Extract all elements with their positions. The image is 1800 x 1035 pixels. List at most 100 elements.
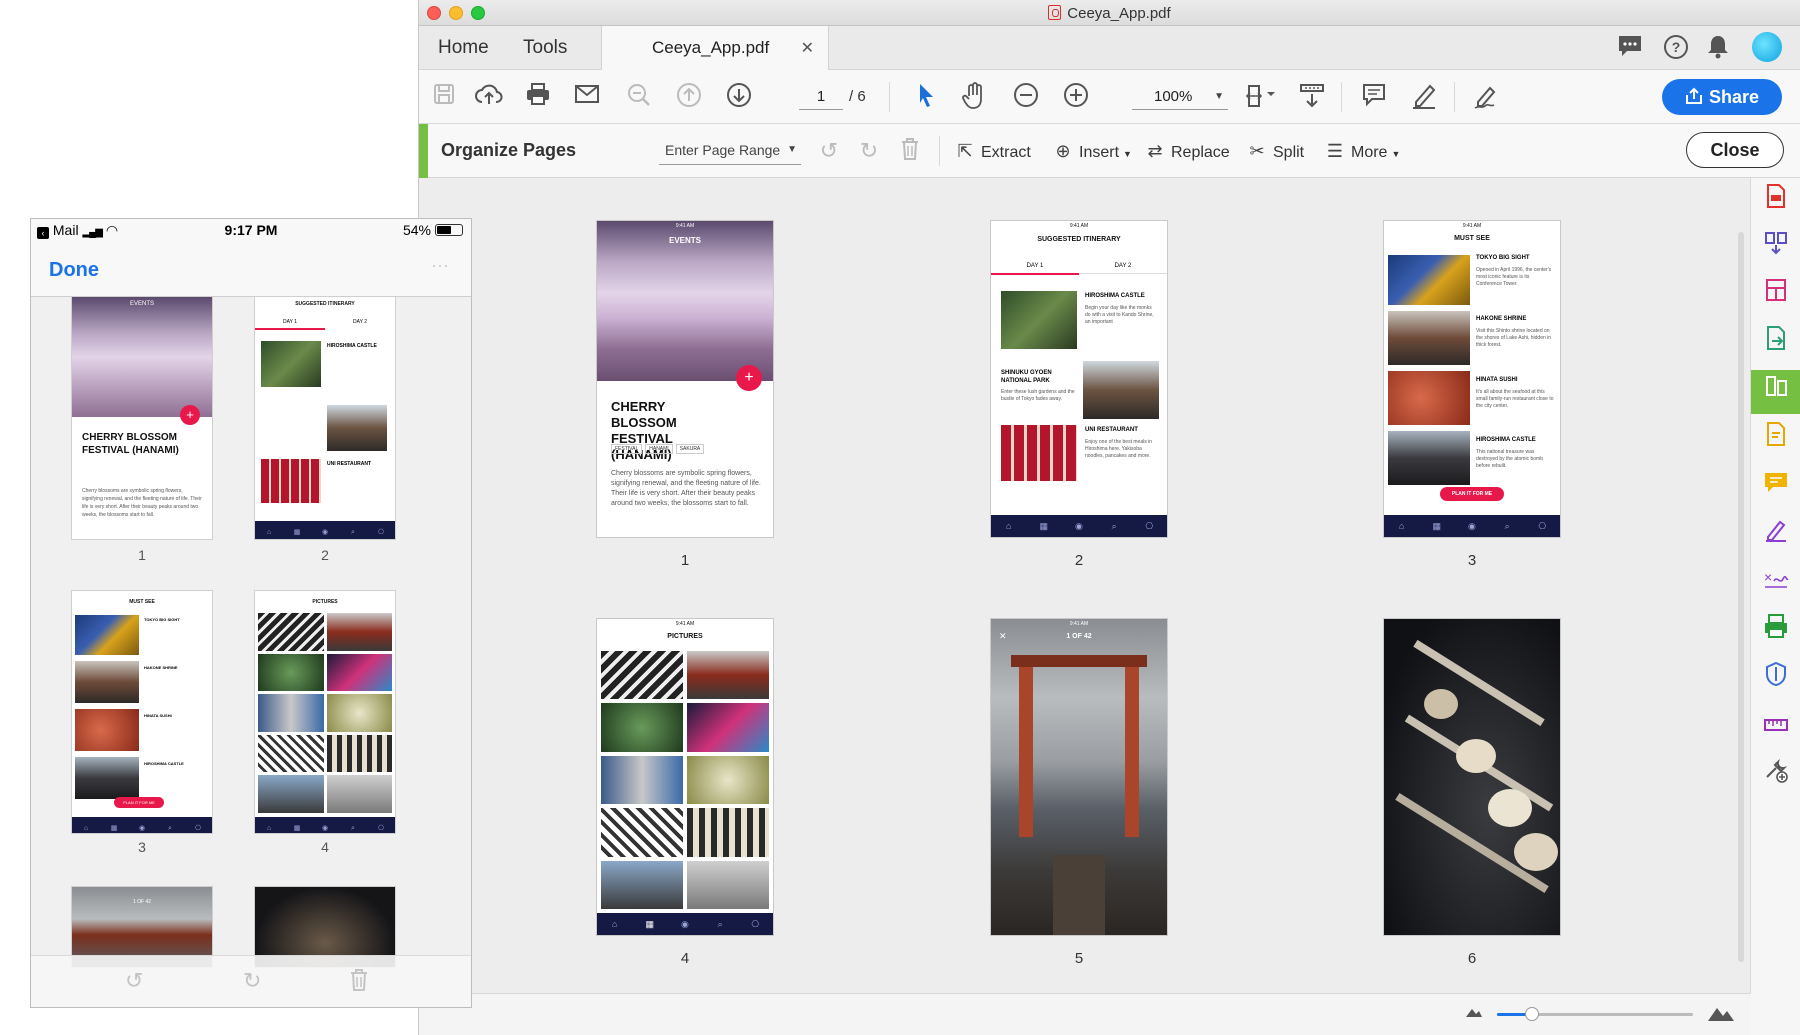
trash-icon[interactable]: [896, 137, 924, 165]
close-tab-icon[interactable]: ✕: [801, 38, 814, 58]
highlight-icon[interactable]: [1409, 82, 1439, 112]
page-total: / 6: [849, 88, 866, 105]
toolbar-divider: [939, 136, 940, 166]
screen-title: MUST SEE: [1454, 235, 1490, 242]
save-icon[interactable]: [429, 82, 459, 112]
select-arrow-icon[interactable]: [911, 82, 941, 112]
vertical-scrollbar[interactable]: [1738, 232, 1744, 962]
zoom-dropdown[interactable]: 100% ▼: [1132, 84, 1228, 110]
picture-tile: [258, 775, 324, 813]
picture-tile: [687, 860, 769, 909]
page-thumbnail-4[interactable]: 9:41 AM PICTURES ⌂ ▦ ◉ ⌕ ⎔: [597, 619, 773, 935]
rotate-right-icon[interactable]: ↻: [855, 137, 883, 165]
zoom-out-search-icon[interactable]: [624, 82, 654, 112]
combine-files-icon[interactable]: [1751, 226, 1800, 270]
tab-document[interactable]: Ceeya_App.pdf ✕: [601, 26, 829, 70]
large-thumbnail-icon[interactable]: [1707, 1000, 1735, 1027]
page-thumbnail-1[interactable]: 9:41 AM EVENTS + CHERRY BLOSSOM FESTIVAL…: [597, 221, 773, 537]
page-down-icon[interactable]: [724, 82, 754, 112]
upload-icon[interactable]: [474, 82, 504, 112]
page-thumbnail-3[interactable]: 9:41 AM MUST SEE TOKYO BIG SIGHT Opened …: [1384, 221, 1560, 537]
edit-pdf-icon[interactable]: [1751, 274, 1800, 318]
page-up-icon[interactable]: [674, 82, 704, 112]
rotate-left-icon[interactable]: ↺: [125, 968, 143, 994]
comment-bubble-icon[interactable]: [1751, 466, 1800, 510]
replace-button[interactable]: ⇄ Replace: [1143, 138, 1229, 164]
screen-title: EVENTS: [129, 301, 154, 307]
organize-pages-icon[interactable]: [1751, 370, 1800, 414]
ipad-page-thumbnail-4[interactable]: PICTURES ⌂ ▦ ◉ ⌕ ⎔: [255, 591, 395, 833]
send-for-signature-icon[interactable]: ×: [1751, 562, 1800, 606]
replace-icon: ⇄: [1147, 141, 1163, 161]
zoom-out-icon[interactable]: [1011, 82, 1041, 112]
hand-icon[interactable]: [960, 82, 990, 112]
tab-tools[interactable]: Tools: [523, 37, 567, 59]
thumbnail-size-slider[interactable]: [1497, 1007, 1693, 1021]
picture-tile: [687, 651, 769, 700]
page-thumbnail-2[interactable]: 9:41 AM SUGGESTED ITINERARY DAY 1 DAY 2 …: [991, 221, 1167, 537]
picture-tile: [326, 734, 392, 773]
plan-it-button: PLAN IT FOR ME: [1440, 487, 1504, 501]
bell-icon[interactable]: [1704, 34, 1732, 62]
more-tools-icon[interactable]: [1751, 754, 1800, 798]
small-thumbnail-icon[interactable]: [1465, 1004, 1483, 1023]
more-dots-icon[interactable]: ···: [431, 255, 449, 276]
slider-knob[interactable]: [1525, 1007, 1540, 1021]
export-pdf-icon[interactable]: [1751, 322, 1800, 366]
ipad-page-thumbnail-3[interactable]: MUST SEE TOKYO BIG SIGHT HAKONE SHRINE H…: [72, 591, 212, 833]
garden-image: [1001, 291, 1077, 349]
app-tab-bar: ⌂ ▦ ◉ ⌕ ⎔: [255, 817, 395, 833]
organize-accent-bar: [419, 124, 428, 178]
fill-sign-icon[interactable]: [1751, 514, 1800, 558]
page-thumbnail-6[interactable]: [1384, 619, 1560, 935]
help-icon[interactable]: ?: [1662, 34, 1690, 62]
split-button[interactable]: ✂ Split: [1245, 138, 1304, 164]
tab-home[interactable]: Home: [438, 37, 489, 59]
fit-page-icon[interactable]: [1245, 82, 1275, 112]
page-thumbnail-5[interactable]: 9:41 AM 1 OF 42 ✕: [991, 619, 1167, 935]
chat-icon[interactable]: [1616, 34, 1644, 62]
comment-icon[interactable]: [1359, 82, 1389, 112]
page-number-label: 2: [1074, 552, 1084, 569]
picture-tile: [601, 651, 683, 700]
share-button[interactable]: Share: [1662, 79, 1782, 115]
battery-icon: [435, 224, 463, 236]
comment-tool-icon[interactable]: [1751, 418, 1800, 462]
page-number-input[interactable]: 1: [799, 84, 843, 110]
ipad-page-thumbnail-2[interactable]: SUGGESTED ITINERARY DAY 1 DAY 2 HIROSHIM…: [255, 297, 395, 539]
screen-title: SUGGESTED ITINERARY: [295, 301, 355, 307]
scroll-mode-icon[interactable]: [1297, 82, 1327, 112]
measure-icon[interactable]: [1751, 706, 1800, 750]
picture-tile: [601, 860, 683, 909]
ipad-page-number: 2: [321, 547, 329, 563]
extract-button[interactable]: ⇱ Extract: [953, 138, 1030, 164]
sign-icon[interactable]: [1472, 82, 1502, 112]
protect-icon[interactable]: [1751, 658, 1800, 702]
zoom-in-icon[interactable]: [1061, 82, 1091, 112]
day-tab: DAY 2: [353, 319, 367, 325]
page-range-input[interactable]: Enter Page Range ▼: [659, 137, 801, 165]
ios-battery: 54%: [403, 222, 463, 238]
rotate-left-icon[interactable]: ↺: [815, 137, 843, 165]
close-button[interactable]: Close: [1686, 132, 1784, 168]
email-icon[interactable]: [572, 82, 602, 112]
ladle-cup: [1424, 689, 1458, 719]
status-bar: 9:41 AM: [1069, 223, 1089, 229]
chevron-down-icon: ▼: [1391, 149, 1401, 159]
picture-tile: [326, 775, 392, 813]
trash-icon[interactable]: [349, 968, 369, 998]
create-pdf-icon[interactable]: [1751, 180, 1800, 224]
event-body: Cherry blossoms are symbolic spring flow…: [611, 470, 761, 507]
print-icon[interactable]: [523, 82, 553, 112]
more-button[interactable]: ☰ More ▼: [1323, 138, 1400, 164]
rotate-right-icon[interactable]: ↻: [243, 968, 261, 994]
item-text: This national treasure was destroyed by …: [1476, 449, 1543, 469]
scan-ocr-icon[interactable]: [1751, 610, 1800, 654]
photo-counter: 1 OF 42: [132, 899, 152, 905]
toolbar-divider: [889, 82, 890, 112]
ipad-page-thumbnail-1[interactable]: EVENTS + CHERRY BLOSSOM FESTIVAL (HANAMI…: [72, 297, 212, 539]
insert-button[interactable]: ⊕ Insert ▼: [1051, 138, 1131, 164]
done-button[interactable]: Done: [49, 259, 99, 282]
picture-tile: [258, 694, 324, 732]
avatar[interactable]: [1752, 32, 1782, 62]
